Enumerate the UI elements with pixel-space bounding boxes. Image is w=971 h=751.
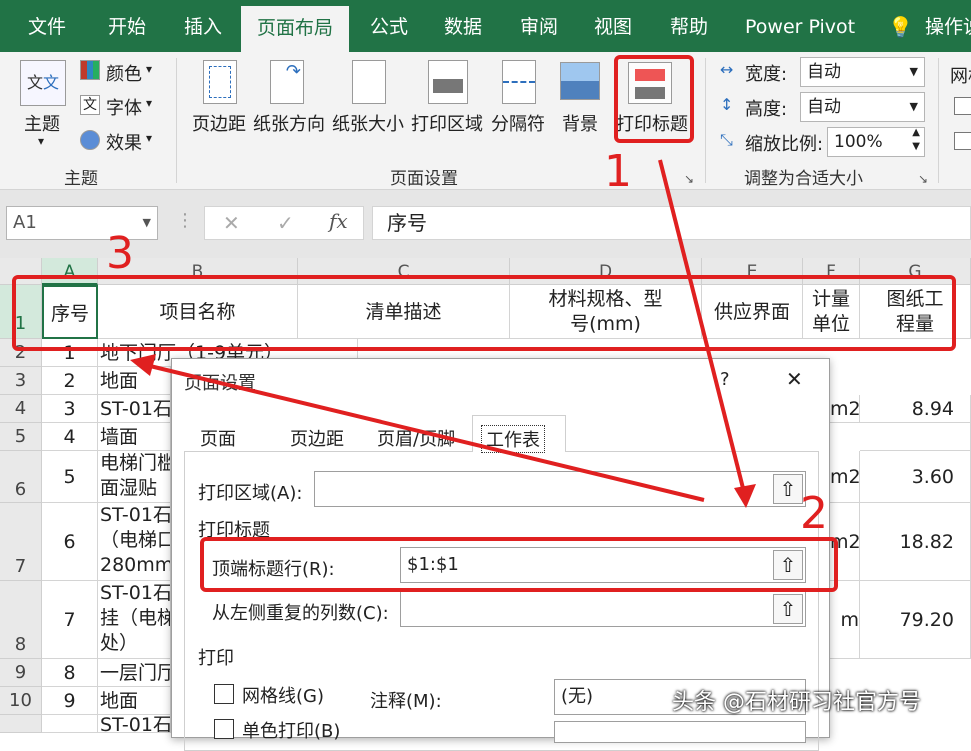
arrow-2-to-3 [149,364,705,502]
arrow-head-1 [734,484,756,508]
watermark: 头条 @石材研习社官方号 [672,690,921,715]
annotation-arrows [130,159,756,508]
arrow-head-2 [130,354,156,376]
arrow-1-to-2 [658,159,748,501]
